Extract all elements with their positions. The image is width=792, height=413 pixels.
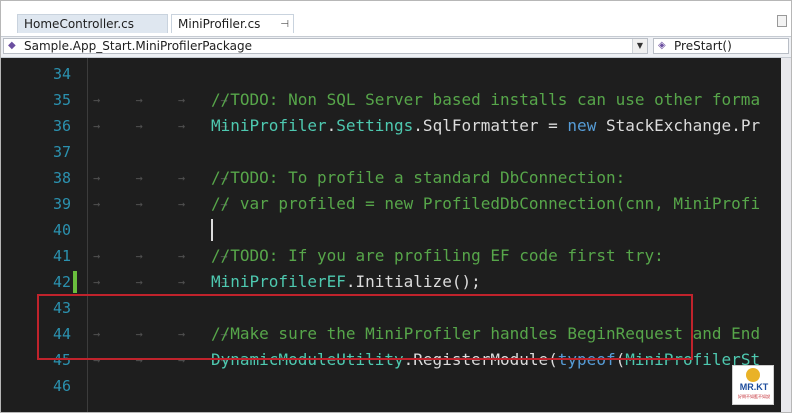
code-text: MiniProfilerEF.Initialize(); bbox=[211, 269, 481, 295]
code-editor[interactable]: 34 35 → → → →//TODO: Non SQL Server based … bbox=[1, 58, 781, 412]
window-split-icon[interactable] bbox=[777, 15, 787, 27]
code-text: //TODO: Non SQL Server based installs ca… bbox=[211, 87, 760, 113]
code-token: . bbox=[326, 116, 337, 135]
tab-indent-glyphs: → → → → bbox=[93, 93, 242, 107]
watermark-emblem-icon bbox=[746, 368, 760, 382]
code-line[interactable]: 42 → → → → MiniProfilerEF.Initialize(); bbox=[1, 269, 781, 295]
line-number: 35 bbox=[52, 91, 71, 109]
code-token: new bbox=[567, 116, 597, 135]
line-number: 37 bbox=[52, 143, 71, 161]
code-line[interactable]: 40 bbox=[1, 217, 781, 243]
code-line[interactable]: 35 → → → →//TODO: Non SQL Server based in… bbox=[1, 87, 781, 113]
line-number: 36 bbox=[52, 117, 71, 135]
chevron-down-icon[interactable]: ▼ bbox=[632, 39, 647, 53]
change-marker bbox=[73, 271, 77, 293]
code-token: // var profiled = new ProfiledDbConnecti… bbox=[211, 194, 761, 213]
code-token: MiniProfiler bbox=[211, 116, 327, 135]
line-number: 38 bbox=[52, 169, 71, 187]
namespace-icon: ◆ bbox=[8, 40, 16, 51]
code-line[interactable]: 34 bbox=[1, 61, 781, 87]
line-number: 43 bbox=[52, 299, 71, 317]
code-line[interactable]: 39 → → → →// var profiled = new ProfiledD… bbox=[1, 191, 781, 217]
navigation-bar: ◆ Sample.App_Start.MiniProfilerPackage ▼… bbox=[1, 36, 791, 58]
line-number: 44 bbox=[52, 325, 71, 343]
member-selector-value: PreStart() bbox=[674, 39, 732, 53]
code-line[interactable]: 43 bbox=[1, 295, 781, 321]
tab-indent-glyphs: → → → → bbox=[93, 275, 242, 289]
code-line[interactable]: 41 → → → →//TODO: If you are profiling EF… bbox=[1, 243, 781, 269]
code-line[interactable]: 37 bbox=[1, 139, 781, 165]
visual-studio-window: HomeController.cs MiniProfiler.cs ⊣ ◆ Sa… bbox=[0, 0, 792, 413]
line-number: 39 bbox=[52, 195, 71, 213]
member-selector-dropdown[interactable]: ◈ PreStart() bbox=[653, 38, 789, 54]
tab-indent-glyphs: → → → → bbox=[93, 171, 242, 185]
code-token: StackExchange.Pr bbox=[596, 116, 761, 135]
line-number: 41 bbox=[52, 247, 71, 265]
line-number: 46 bbox=[52, 377, 71, 395]
code-token: Settings bbox=[336, 116, 414, 135]
code-line[interactable]: 46 bbox=[1, 373, 781, 399]
line-number: 45 bbox=[52, 351, 71, 369]
code-token: //TODO: To profile a standard DbConnecti… bbox=[211, 168, 626, 187]
code-token: //TODO: Non SQL Server based installs ca… bbox=[211, 90, 761, 109]
watermark-subtitle: 好問不如藍不如說 bbox=[738, 394, 770, 399]
text-caret bbox=[211, 219, 213, 241]
vertical-scrollbar[interactable] bbox=[781, 58, 791, 412]
tab-indent-glyphs: → → → → bbox=[93, 197, 242, 211]
code-text: // var profiled = new ProfiledDbConnecti… bbox=[211, 191, 760, 217]
method-icon: ◈ bbox=[658, 40, 666, 51]
line-number: 34 bbox=[52, 65, 71, 83]
tab-homecontroller[interactable]: HomeController.cs bbox=[17, 14, 168, 33]
code-line[interactable]: 45 → → → → DynamicModuleUtility.RegisterMo… bbox=[1, 347, 781, 373]
code-token: typeof bbox=[557, 350, 616, 369]
code-text: DynamicModuleUtility.RegisterModule(type… bbox=[211, 347, 760, 373]
type-selector-dropdown[interactable]: ◆ Sample.App_Start.MiniProfilerPackage ▼ bbox=[3, 38, 648, 54]
document-tab-strip: HomeController.cs MiniProfiler.cs ⊣ bbox=[1, 1, 791, 33]
tab-indent-glyphs: → → → → bbox=[93, 327, 242, 341]
code-line[interactable]: 44 → → → →//Make sure the MiniProfiler ha… bbox=[1, 321, 781, 347]
code-token: MiniProfilerEF bbox=[211, 272, 346, 291]
code-text: //TODO: If you are profiling EF code fir… bbox=[211, 243, 664, 269]
tab-miniprofiler[interactable]: MiniProfiler.cs ⊣ bbox=[171, 14, 294, 33]
code-token: ( bbox=[615, 350, 626, 369]
code-text: MiniProfiler.Settings.SqlFormatter = new… bbox=[211, 113, 760, 139]
code-line[interactable]: 36 → → → → MiniProfiler.Settings.SqlFormat… bbox=[1, 113, 781, 139]
tab-indent-glyphs: → → → → bbox=[93, 119, 242, 133]
code-token: .Initialize(); bbox=[345, 272, 481, 291]
tab-indent-glyphs: → → → → bbox=[93, 353, 242, 367]
pin-icon[interactable]: ⊣ bbox=[280, 15, 289, 34]
code-text: //Make sure the MiniProfiler handles Beg… bbox=[211, 321, 760, 347]
code-token: .SqlFormatter = bbox=[413, 116, 568, 135]
code-line[interactable]: 38 → → → →//TODO: To profile a standard D… bbox=[1, 165, 781, 191]
code-token: //Make sure the MiniProfiler handles Beg… bbox=[211, 324, 761, 343]
tab-indent-glyphs: → → → → bbox=[93, 249, 242, 263]
code-token: //TODO: If you are profiling EF code fir… bbox=[211, 246, 664, 265]
code-token: .RegisterModule( bbox=[403, 350, 558, 369]
watermark-title: MR.KT bbox=[739, 382, 769, 392]
tab-label: HomeController.cs bbox=[24, 17, 135, 31]
code-text: //TODO: To profile a standard DbConnecti… bbox=[211, 165, 625, 191]
watermark-logo: MR.KT 好問不如藍不如說 bbox=[732, 365, 774, 405]
type-selector-value: Sample.App_Start.MiniProfilerPackage bbox=[24, 39, 252, 53]
tab-label: MiniProfiler.cs bbox=[178, 17, 261, 31]
code-token: DynamicModuleUtility bbox=[211, 350, 404, 369]
line-number: 40 bbox=[52, 221, 71, 239]
line-number: 42 bbox=[52, 273, 71, 291]
